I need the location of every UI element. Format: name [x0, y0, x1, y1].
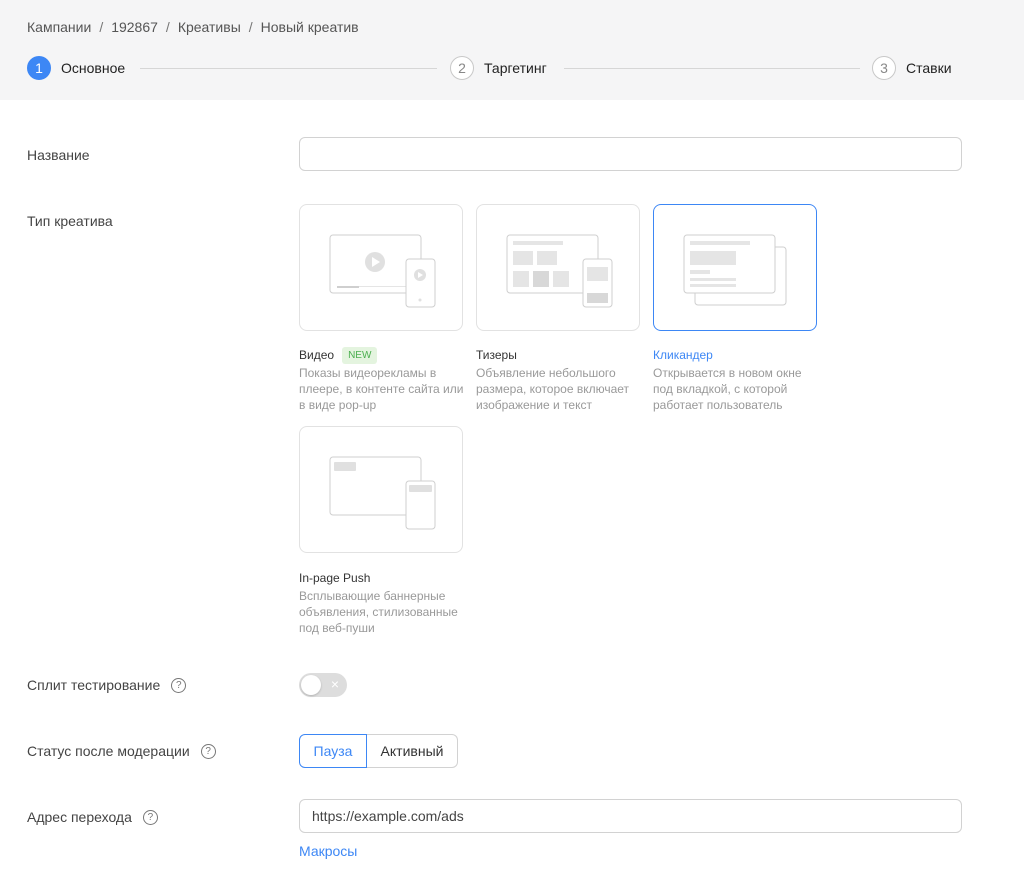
creative-type-label: Тип креатива	[27, 212, 113, 230]
split-testing-label: Сплит тестирование ?	[27, 676, 187, 694]
step-bids[interactable]: 3 Ставки	[872, 56, 952, 80]
form-panel: Название Тип креатива Видео NEW Показы в…	[0, 100, 1024, 878]
creative-type-title-text: In-page Push	[299, 571, 371, 585]
stepper: 1 Основное 2 Таргетинг 3 Ставки	[27, 56, 954, 80]
step-connector	[564, 68, 860, 69]
breadcrumb-campaigns[interactable]: Кампании	[27, 18, 91, 36]
url-label-text: Адрес перехода	[27, 809, 132, 825]
creative-type-desc: Всплывающие баннерные объявления, стилиз…	[299, 589, 458, 635]
creative-type-desc: Показы видеорекламы в плеере, в контенте…	[299, 366, 464, 412]
breadcrumb-creatives[interactable]: Креативы	[178, 18, 241, 36]
creative-type-title: In-page Push	[299, 568, 370, 588]
status-segmented-control: Пауза Активный	[299, 734, 458, 768]
breadcrumb-separator: /	[248, 19, 253, 35]
step-connector	[140, 68, 437, 69]
step-number: 1	[27, 56, 51, 80]
creative-type-title-text: Кликандер	[653, 348, 713, 362]
creative-type-title: Тизеры	[476, 345, 517, 365]
status-label-text: Статус после модерации	[27, 743, 190, 759]
macros-link[interactable]: Макросы	[299, 843, 357, 859]
new-badge: NEW	[342, 346, 378, 364]
status-option-pause[interactable]: Пауза	[299, 734, 367, 768]
name-label-text: Название	[27, 147, 90, 163]
toggle-knob	[301, 675, 321, 695]
creative-type-card-inpage-push[interactable]	[299, 426, 463, 553]
split-testing-label-text: Сплит тестирование	[27, 677, 161, 693]
teasers-illustration-icon	[506, 234, 613, 308]
creative-type-title-text: Тизеры	[476, 348, 517, 362]
status-option-active[interactable]: Активный	[367, 734, 458, 768]
breadcrumb-current: Новый креатив	[260, 19, 359, 35]
page-header: Кампании / 192867 / Креативы / Новый кре…	[0, 0, 1024, 100]
step-number: 2	[450, 56, 474, 80]
step-label: Основное	[61, 60, 126, 76]
step-label: Ставки	[906, 60, 952, 76]
creative-type-label-text: Тип креатива	[27, 213, 113, 229]
split-testing-toggle[interactable]: ×	[299, 673, 347, 697]
breadcrumb-campaign-id[interactable]: 192867	[111, 18, 158, 36]
creative-type-title: Кликандер	[653, 345, 713, 365]
breadcrumb-separator: /	[165, 19, 170, 35]
creative-type-desc: Объявление небольшого размера, которое в…	[476, 366, 630, 412]
breadcrumb-separator: /	[99, 19, 104, 35]
video-illustration-icon	[329, 234, 436, 308]
url-input[interactable]	[299, 799, 962, 833]
step-label: Таргетинг	[484, 60, 547, 76]
breadcrumb: Кампании / 192867 / Креативы / Новый кре…	[27, 18, 997, 36]
inpage-push-illustration-icon	[329, 456, 436, 530]
toggle-off-icon: ×	[330, 676, 339, 692]
help-icon[interactable]: ?	[142, 809, 158, 825]
creative-type-card-clickunder[interactable]	[653, 204, 817, 331]
step-number: 3	[872, 56, 896, 80]
help-icon[interactable]: ?	[200, 743, 216, 759]
creative-type-card-video[interactable]	[299, 204, 463, 331]
creative-type-title: Видео NEW	[299, 345, 378, 365]
creative-type-card-teasers[interactable]	[476, 204, 640, 331]
name-label: Название	[27, 146, 90, 164]
name-input[interactable]	[299, 137, 962, 171]
help-icon[interactable]: ?	[171, 677, 187, 693]
creative-type-desc: Открывается в новом окне под вкладкой, с…	[653, 366, 802, 412]
status-label: Статус после модерации ?	[27, 742, 216, 760]
step-main[interactable]: 1 Основное	[27, 56, 125, 80]
step-targeting[interactable]: 2 Таргетинг	[450, 56, 547, 80]
creative-type-title-text: Видео	[299, 348, 335, 362]
url-label: Адрес перехода ?	[27, 808, 158, 826]
clickunder-illustration-icon	[683, 234, 787, 306]
